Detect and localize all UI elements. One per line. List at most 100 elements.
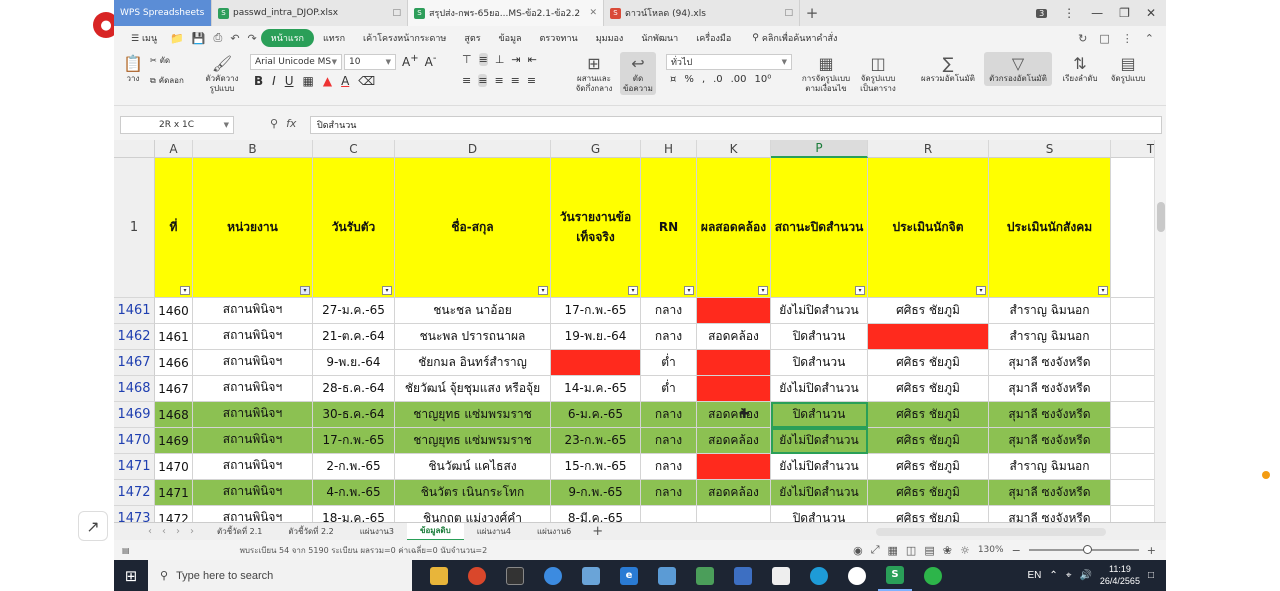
fill-color-icon[interactable]: ▲ [323,74,332,88]
new-tab-button[interactable]: + [800,0,824,26]
clock[interactable]: 11:19 26/4/2565 [1100,564,1140,587]
filter-dropdown-icon[interactable]: ▾ [855,286,865,295]
undo-icon[interactable]: ↶ [226,32,243,45]
command-search[interactable]: ⚲ คลิกเพื่อค้นหาคำสั่ง [740,31,837,45]
cell-col-h[interactable]: กลาง [641,324,697,350]
menu-review[interactable]: ตรวจทาน [531,31,587,45]
cell-col-g[interactable]: 17-ก.พ.-65 [551,298,641,324]
page-break-icon[interactable]: ▤ [924,544,934,557]
cell-col-r[interactable]: ศศิธร ชัยภูมิ [868,506,989,522]
github-icon[interactable] [840,560,874,591]
cell-col-d[interactable]: ชินวัตร เนินกระโทก [395,480,551,506]
cell-col-b[interactable]: สถานพินิจฯ [193,454,313,480]
terminal-icon[interactable] [498,560,532,591]
align-center-icon[interactable]: ≡ [478,74,488,87]
cell-col-h[interactable]: ต่ำ [641,350,697,376]
last-sheet-icon[interactable]: › [190,526,194,537]
tray-expand-icon[interactable]: ⌃ [1049,570,1057,581]
share-out-icon[interactable]: ↗ [78,511,108,541]
column-header-g[interactable]: G [551,140,641,158]
cell-col-s[interactable]: สุมาลี ซงจังหรีด [989,480,1111,506]
cell-col-c[interactable]: 17-ก.พ.-65 [313,428,395,454]
row-header[interactable]: 1469 [114,402,155,428]
file-explorer-icon[interactable] [422,560,456,591]
cell-col-g[interactable]: 14-ม.ค.-65 [551,376,641,402]
cell-col-a[interactable]: 1471 [155,480,193,506]
sheet-tab-active[interactable]: ข้อมูลดิบ [406,522,464,541]
cell-col-b[interactable]: สถานพินิจฯ [193,298,313,324]
autofilter-button[interactable]: ▽ ตัวกรองอัตโนมัติ [984,52,1052,86]
menu-home[interactable]: หน้าแรก [260,29,314,47]
sheet-tab[interactable]: ตัวชี้วัดที่ 2.2 [275,523,346,541]
notifications-icon[interactable]: □ [1148,570,1154,581]
save-icon[interactable]: 💾 [188,32,210,45]
row-header[interactable]: 1467 [114,350,155,376]
cell-col-d[interactable]: ชัยวัฒน์ จุ้ยชุมแสง หรือจุ้ย [395,376,551,402]
prev-sheet-icon[interactable]: ‹ [162,526,166,537]
align-top-icon[interactable]: ⊤ [462,53,472,66]
cell-col-a[interactable]: 1469 [155,428,193,454]
font-color-icon[interactable]: A [341,74,349,88]
cell-col-c[interactable]: 4-ก.พ.-65 [313,480,395,506]
cell-col-b[interactable]: สถานพินิจฯ [193,428,313,454]
internet-explorer-icon[interactable]: e [612,560,646,591]
cell-col-c[interactable]: 18-ม.ค.-65 [313,506,395,522]
cell-col-b[interactable]: สถานพินิจฯ [193,480,313,506]
menu-data[interactable]: ข้อมูล [490,31,531,45]
cell-col-h[interactable]: ต่ำ [641,376,697,402]
name-box[interactable]: 2R x 1C ▼ [120,116,234,134]
filter-dropdown-icon[interactable]: ▾ [628,286,638,295]
cell-col-a[interactable]: 1467 [155,376,193,402]
cell-col-r[interactable]: ศศิธร ชัยภูมิ [868,376,989,402]
wps-brand-tab[interactable]: WPS Spreadsheets [114,0,212,26]
cut-button[interactable]: ✂ ตัด [150,56,170,66]
cell-col-c[interactable]: 27-ม.ค.-65 [313,298,395,324]
column-header-k[interactable]: K [697,140,771,158]
fullscreen-icon[interactable]: ⤢ [871,543,880,557]
cell-col-a[interactable]: 1468 [155,402,193,428]
column-header-s[interactable]: S [989,140,1111,158]
header-cell-col-g[interactable]: วันรายงานข้อเท็จจริง ▾ [551,158,641,298]
page-view-icon[interactable]: ◫ [906,544,916,557]
menu-view[interactable]: มุมมอง [587,31,633,45]
cell-col-k[interactable]: สอดคล้อง [697,402,771,428]
minimize-icon[interactable]: — [1091,6,1103,20]
filter-dropdown-icon[interactable]: ▾ [300,286,310,295]
header-cell-col-d[interactable]: ชื่อ-สกุล ▾ [395,158,551,298]
cell-col-p[interactable]: ปิดสำนวน [771,402,868,428]
row-header[interactable]: 1461 [114,298,155,324]
cell-col-g[interactable]: 8-มี.ค.-65 [551,506,641,522]
cell-col-g[interactable]: 23-ก.พ.-65 [551,428,641,454]
cell-col-r[interactable]: ศศิธร ชัยภูมิ [868,298,989,324]
cell-col-p[interactable]: ปิดสำนวน [771,350,868,376]
clear-format-icon[interactable]: ⌫ [358,74,375,88]
tab-file-3[interactable]: S ดาวน์โหลด (94).xls □ [604,0,800,26]
cell-col-k[interactable]: สอดคล้อง [697,480,771,506]
cell-col-r[interactable]: ศศิธร ชัยภูมิ [868,454,989,480]
tab-file-1[interactable]: S passwd_intra_DJOP.xlsx □ [212,0,408,26]
cell-col-b[interactable]: สถานพินิจฯ [193,350,313,376]
format-painter-button[interactable]: 🖌 ตัวคัดวาง รูปแบบ [202,54,242,93]
cell-col-b[interactable]: สถานพินิจฯ [193,506,313,522]
outdent-icon[interactable]: ⇤ [528,53,537,66]
reading-mode-icon[interactable]: ❀ [943,544,952,557]
comment-icon[interactable]: □ [1099,32,1109,45]
zoom-search-icon[interactable]: ⚲ [270,117,278,130]
add-sheet-button[interactable]: + [584,524,611,539]
header-cell-col-s[interactable]: ประเมินนักสังคม ▾ [989,158,1111,298]
zoom-in-icon[interactable]: + [1147,544,1166,557]
align-left-icon[interactable]: ≡ [462,74,471,87]
menu-page-layout[interactable]: เค้าโครงหน้ากระดาษ [354,31,455,45]
cell-col-c[interactable]: 2-ก.พ.-65 [313,454,395,480]
column-header-h[interactable]: H [641,140,697,158]
cell-col-p[interactable]: ยังไม่ปิดสำนวน [771,376,868,402]
taskbar-search[interactable]: ⚲ Type here to search [148,560,412,591]
eye-icon[interactable]: ◉ [853,544,863,557]
cell-col-s[interactable]: สุมาลี ซงจังหรีด [989,428,1111,454]
underline-icon[interactable]: U [285,74,294,88]
cell-col-k[interactable]: สอดคล้อง [697,428,771,454]
cell-col-r[interactable]: ศศิธร ชัยภูมิ [868,350,989,376]
column-header-c[interactable]: C [313,140,395,158]
line-icon[interactable] [916,560,950,591]
filter-dropdown-icon[interactable]: ▾ [382,286,392,295]
